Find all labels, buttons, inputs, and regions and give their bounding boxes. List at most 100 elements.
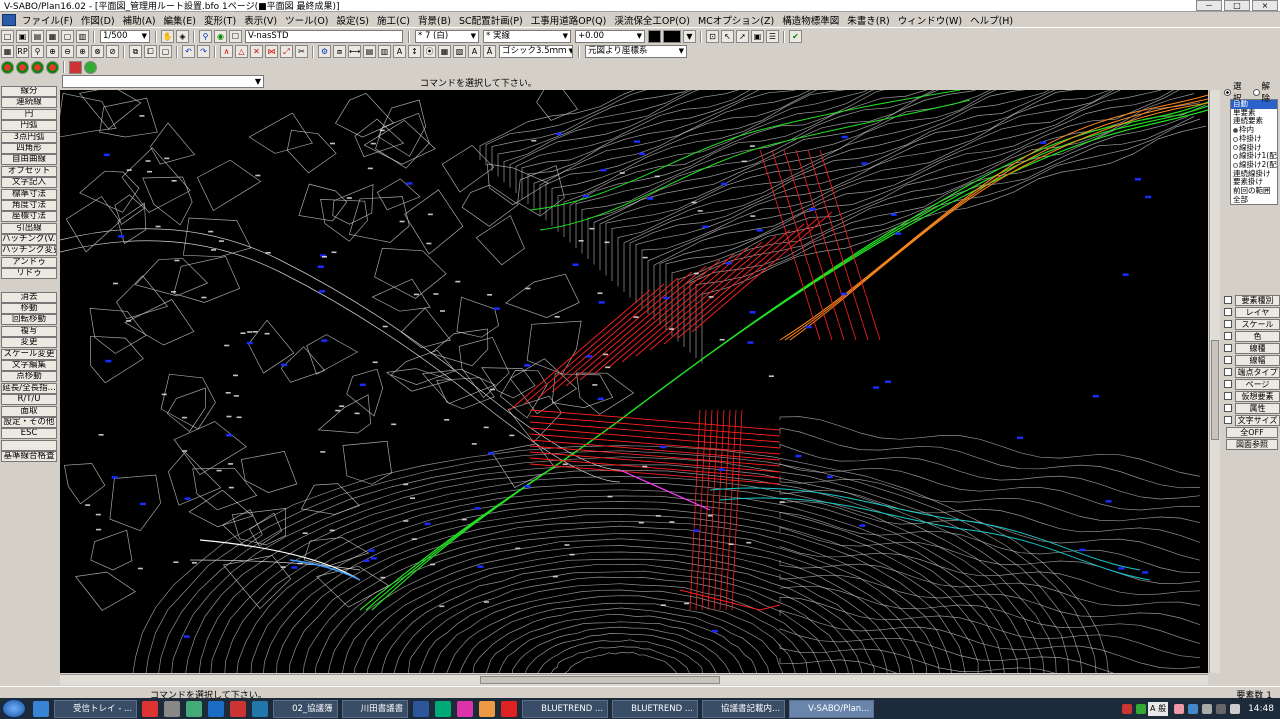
new-file-icon[interactable]: □ (1, 30, 14, 43)
snap-icon[interactable]: ⊡ (706, 30, 719, 43)
globe-icon[interactable] (84, 60, 97, 74)
tool-scale-change[interactable]: スケール変更 (1, 348, 57, 360)
save-icon[interactable]: ▤ (31, 30, 44, 43)
tool-hatching-change[interactable]: ハッチング変更 (1, 245, 57, 257)
scroll-thumb[interactable] (480, 676, 720, 684)
tool-coord-dimension[interactable]: 座標寸法 (1, 211, 57, 223)
checkbox[interactable] (1224, 392, 1232, 400)
maximize-button[interactable]: □ (1224, 0, 1250, 11)
checkbox-icon[interactable]: ☐ (229, 30, 242, 43)
quicklaunch-icon-3[interactable] (186, 700, 203, 717)
tray-icon-5[interactable] (1202, 703, 1213, 714)
frame-icon[interactable]: ⧈ (333, 45, 346, 58)
drawing-canvas[interactable] (60, 90, 1208, 673)
extend-icon[interactable]: ⤢ (280, 45, 293, 58)
all-off-button[interactable]: 全OFF (1226, 427, 1278, 438)
ie-icon[interactable] (33, 700, 49, 717)
trim-icon[interactable]: ✂ (295, 45, 308, 58)
quicklaunch-icon-6[interactable] (252, 700, 269, 717)
tool-blank[interactable] (1, 439, 57, 451)
bulb-icon[interactable]: ◉ (214, 30, 227, 43)
line-type-select[interactable]: * 実線 ▼ (483, 30, 571, 43)
tool-leader[interactable]: 引出線 (1, 222, 57, 234)
tool-rotate-move[interactable]: 回転移動 (1, 314, 57, 326)
task-folder-kawata[interactable]: 川田書議書 (341, 699, 409, 718)
task-vsabo[interactable]: V-SABO/Plan... (789, 699, 875, 718)
export-icon[interactable]: ▥ (76, 30, 89, 43)
checkbox[interactable] (1224, 320, 1232, 328)
mirror-icon[interactable]: ⋈ (265, 45, 278, 58)
layer-manager-icon[interactable] (69, 60, 82, 74)
scroll-thumb[interactable] (1211, 340, 1219, 440)
tray-volume-icon[interactable] (1230, 703, 1241, 714)
tool-polyline[interactable]: 連続線 (1, 97, 57, 109)
quicklaunch-icon-1[interactable] (142, 700, 159, 717)
print-icon[interactable]: ▦ (46, 30, 59, 43)
style-select[interactable]: V-nasSTD (245, 30, 403, 43)
menu-stream-op[interactable]: 渓流保全工OP(O) (610, 13, 694, 27)
menu-draw[interactable]: 作図(D) (77, 13, 119, 27)
scale-select[interactable]: 1/500 ▼ (100, 30, 150, 43)
check-icon[interactable]: ✔ (789, 30, 802, 43)
settings-icon[interactable]: ⚙ (318, 45, 331, 58)
tool-std-dimension[interactable]: 標準寸法 (1, 188, 57, 200)
layer-icon[interactable]: ◈ (176, 30, 189, 43)
zoom-in-icon[interactable]: ⊕ (76, 45, 89, 58)
node-icon[interactable]: ⦿ (423, 45, 436, 58)
menu-sc-plan[interactable]: SC配置計画(P) (455, 13, 527, 27)
quicklaunch-icon-8[interactable] (457, 700, 474, 717)
paste-icon[interactable]: ⧠ (144, 45, 157, 58)
tool-hatching[interactable]: ハッチング(V... (1, 234, 57, 246)
rp-icon[interactable]: RP (16, 45, 29, 58)
pointer-icon[interactable]: ➚ (736, 30, 749, 43)
line-weight-select[interactable]: * 7 (白) ▼ (415, 30, 479, 43)
intersect-icon[interactable]: ✕ (250, 45, 263, 58)
font-a-icon[interactable]: A (468, 45, 481, 58)
tool-arc[interactable]: 円弧 (1, 120, 57, 132)
menu-window[interactable]: ウィンドウ(W) (894, 13, 966, 27)
tool-baseline-check[interactable]: 基準線合格査 (1, 451, 57, 463)
tool-text[interactable]: 文字記入 (1, 177, 57, 189)
checkbox[interactable] (1224, 404, 1232, 412)
taskbar-clock[interactable]: 14:48 (1248, 704, 1274, 714)
task-word-doc[interactable]: 協議書記載内... (702, 699, 786, 718)
record-red2-icon[interactable] (16, 60, 29, 74)
tool-point-move[interactable]: 点移動 (1, 371, 57, 383)
record-red3-icon[interactable] (31, 60, 44, 74)
tool-move[interactable]: 移動 (1, 303, 57, 315)
horizontal-scrollbar[interactable] (60, 674, 1208, 685)
copy-icon[interactable]: ⧉ (129, 45, 142, 58)
vertical-scrollbar[interactable] (1209, 90, 1220, 673)
menu-file[interactable]: ファイル(F) (18, 13, 77, 27)
checkbox[interactable] (1224, 368, 1232, 376)
task-folder-02[interactable]: 02_協議簿 (273, 699, 338, 718)
tool-change[interactable]: 変更 (1, 337, 57, 349)
menu-tools[interactable]: ツール(O) (281, 13, 332, 27)
tool-freecurve[interactable]: 自由曲線 (1, 154, 57, 166)
select-arrow-icon[interactable]: ↖ (721, 30, 734, 43)
angle-icon[interactable]: ∧ (220, 45, 233, 58)
tool-undo[interactable]: アンドゥ (1, 256, 57, 268)
preview-icon[interactable]: ▢ (61, 30, 74, 43)
quicklaunch-icon-4[interactable] (208, 700, 225, 717)
dimension-icon[interactable]: ↕ (408, 45, 421, 58)
quicklaunch-icon-7[interactable] (435, 700, 452, 717)
color-black-swatch[interactable] (663, 30, 681, 43)
undo-icon[interactable]: ↶ (182, 45, 195, 58)
search-icon[interactable]: ⚲ (199, 30, 212, 43)
start-button[interactable] (2, 699, 26, 718)
table-icon[interactable]: ▤ (363, 45, 376, 58)
save-view-icon[interactable]: ▣ (751, 30, 764, 43)
tool-angle-dimension[interactable]: 角度寸法 (1, 199, 57, 211)
tool-3pt-arc[interactable]: 3点円弧 (1, 131, 57, 143)
tray-icon-1[interactable] (1122, 703, 1133, 714)
checkbox[interactable] (1224, 416, 1232, 424)
measure-icon[interactable]: ⟷ (348, 45, 361, 58)
record-red4-icon[interactable] (46, 60, 59, 74)
tool-extend-length[interactable]: 延長/全長指... (1, 382, 57, 394)
zoom-icon[interactable]: ⚲ (31, 45, 44, 58)
pan-icon[interactable]: ✋ (161, 30, 174, 43)
triangle-icon[interactable]: △ (235, 45, 248, 58)
quicklaunch-icon-2[interactable] (164, 700, 181, 717)
command-combo[interactable]: ▼ (62, 75, 264, 88)
